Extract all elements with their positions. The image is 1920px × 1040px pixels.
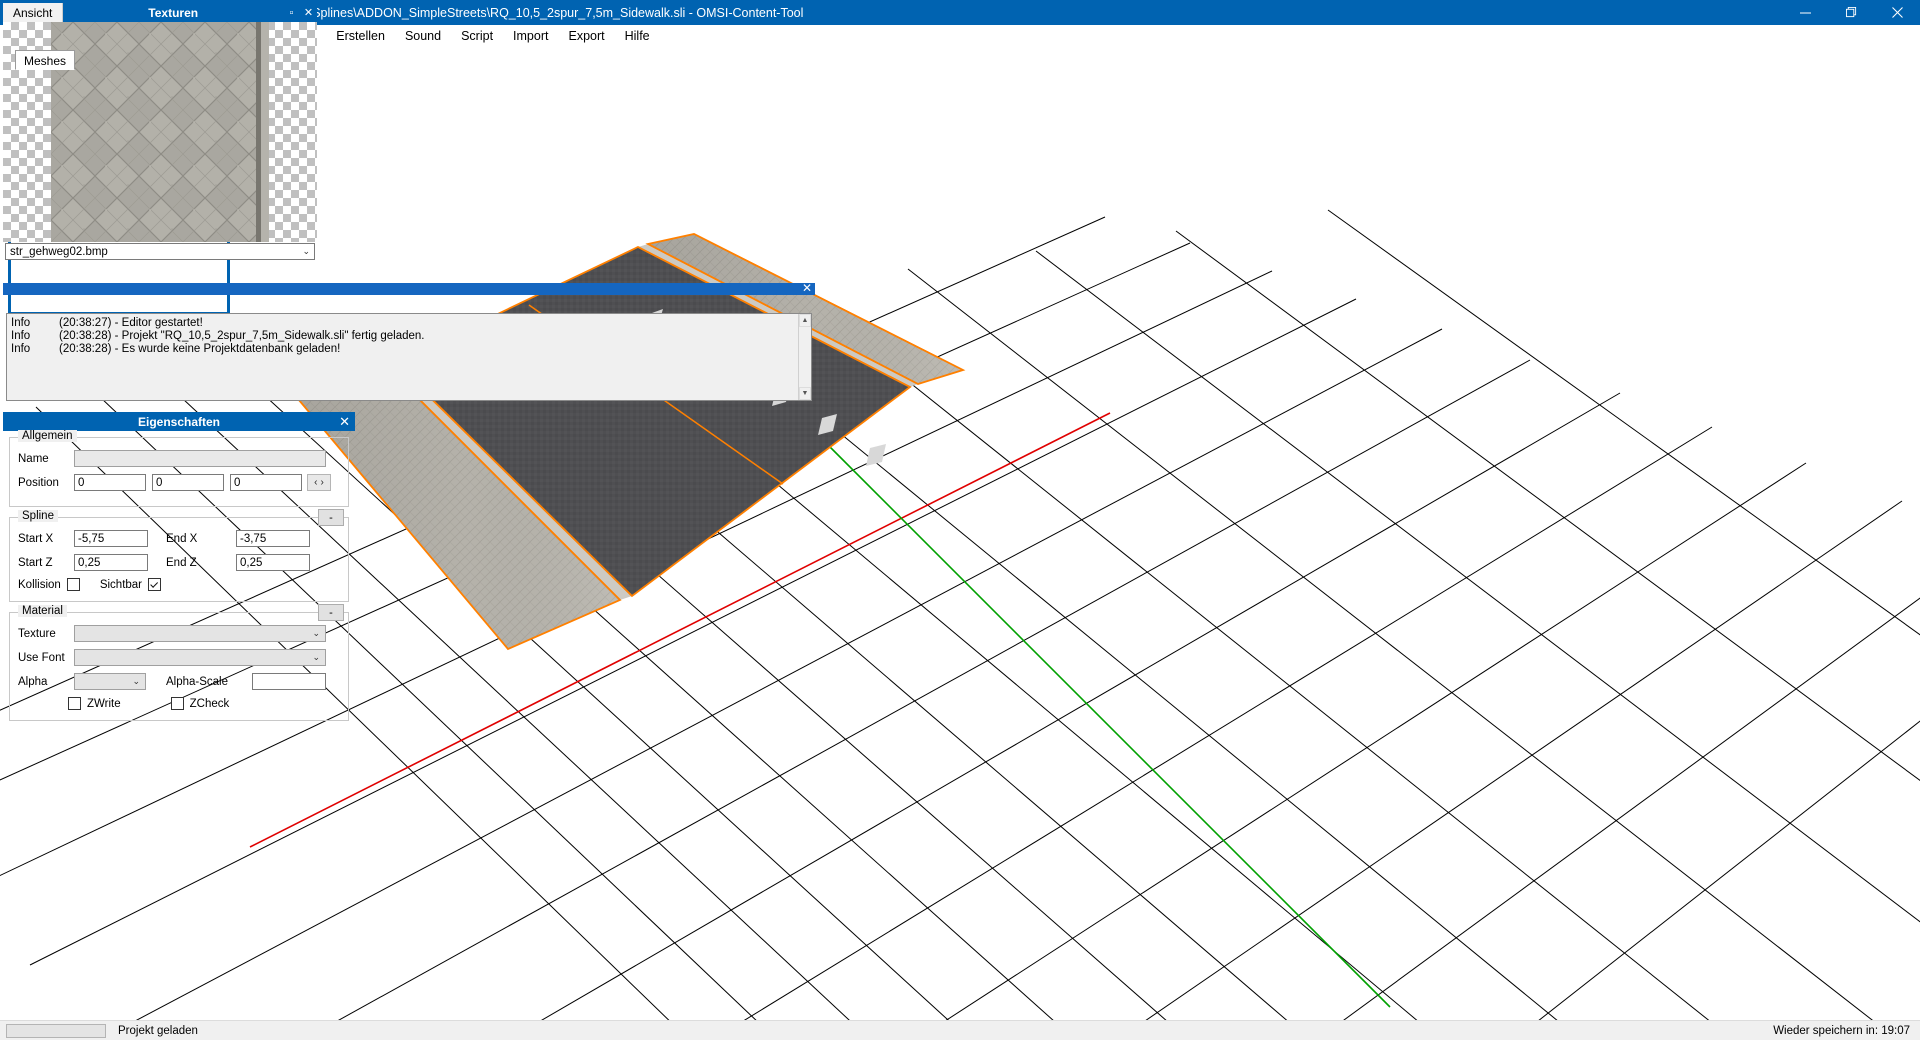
sichtbar-checkbox[interactable]	[148, 578, 162, 591]
log-message: (20:38:27) - Editor gestartet!	[59, 317, 203, 329]
group-spline: Spline - Start X -5,75 End X -3,75 Start…	[9, 509, 349, 602]
row-alpha: Alpha ⌄ Alpha-Scale	[18, 673, 340, 690]
row-texture: Texture ⌄	[18, 625, 340, 642]
application-window: D:\Programme\Steam\steamapps\common\OMSI…	[0, 0, 1920, 1040]
tab-meshes[interactable]: Meshes	[15, 50, 76, 70]
start-x-label: Start X	[18, 532, 54, 545]
position-y-field[interactable]: 0	[152, 474, 224, 491]
position-stepper[interactable]: ‹ ›	[307, 474, 331, 491]
row-name: Name	[18, 450, 340, 467]
maximize-restore-button[interactable]	[1828, 0, 1874, 25]
alpha-scale-field[interactable]	[252, 673, 326, 690]
chevron-down-icon[interactable]: ⌄	[312, 650, 320, 665]
texture-image	[51, 22, 269, 242]
position-label: Position	[18, 476, 59, 489]
texturen-minimize-icon[interactable]: ▫	[283, 3, 300, 22]
log-scrollbar[interactable]: ▲ ▼	[798, 314, 811, 400]
row-flags: Kollision Sichtbar	[18, 578, 340, 591]
row-z-flags: ZWrite ZCheck	[18, 697, 340, 710]
autosave-timer: Wieder speichern in: 19:07	[1773, 1024, 1910, 1037]
menu-item-import[interactable]: Import	[503, 27, 558, 45]
tab-ansicht[interactable]: Ansicht	[3, 3, 64, 22]
group-spline-legend: Spline	[18, 510, 58, 522]
name-label: Name	[18, 452, 49, 465]
alpha-label: Alpha	[18, 675, 48, 688]
chevron-down-icon[interactable]: ⌄	[312, 626, 320, 641]
kollision-checkbox[interactable]	[66, 578, 80, 591]
minimize-button[interactable]	[1782, 0, 1828, 25]
scroll-down-icon[interactable]: ▼	[799, 387, 811, 400]
log-level: Info	[11, 317, 31, 329]
log-lines: Info (20:38:27) - Editor gestartet! Info…	[7, 314, 811, 359]
kollision-label: Kollision	[18, 578, 61, 591]
status-text: Projekt geladen	[118, 1024, 198, 1037]
row-use-font: Use Font ⌄	[18, 649, 340, 666]
scroll-up-icon[interactable]: ▲	[799, 314, 811, 327]
start-z-field[interactable]: 0,25	[74, 554, 148, 571]
use-font-select[interactable]: ⌄	[74, 649, 326, 666]
group-material: Material - Texture ⌄ Use Font ⌄ Alpha ⌄ …	[9, 604, 349, 721]
chevron-down-icon[interactable]: ⌄	[302, 244, 310, 259]
position-x-field[interactable]: 0	[74, 474, 146, 491]
menu-item-sound[interactable]: Sound	[395, 27, 451, 45]
log-level: Info	[11, 343, 31, 355]
group-material-legend: Material	[18, 605, 67, 617]
zwrite-checkbox[interactable]	[68, 697, 81, 710]
chevron-right-icon[interactable]: ›	[321, 477, 324, 488]
menu-item-export[interactable]: Export	[558, 27, 614, 45]
properties-title: Eigenschaften	[137, 414, 221, 429]
log-entry: Info (20:38:27) - Editor gestartet!	[11, 317, 807, 330]
spline-collapse-button[interactable]: -	[318, 509, 344, 526]
zcheck-label: ZCheck	[189, 697, 230, 710]
properties-close-icon[interactable]: ✕	[339, 412, 350, 431]
row-start-z: Start Z 0,25 End Z 0,25	[18, 554, 340, 571]
end-z-field[interactable]: 0,25	[236, 554, 310, 571]
log-level: Info	[11, 330, 31, 342]
row-start-x: Start X -5,75 End X -3,75	[18, 530, 340, 547]
texture-select[interactable]: ⌄	[74, 625, 326, 642]
menu-item-hilfe[interactable]: Hilfe	[615, 27, 660, 45]
end-z-label: End Z	[166, 556, 197, 569]
progress-bar	[6, 1023, 106, 1038]
chevron-down-icon[interactable]: ⌄	[132, 674, 140, 689]
log-entry: Info (20:38:28) - Es wurde keine Projekt…	[11, 343, 807, 356]
texture-select-value: str_gehweg02.bmp	[10, 245, 108, 258]
close-button[interactable]	[1874, 0, 1920, 25]
texture-select[interactable]: str_gehweg02.bmp ⌄	[5, 243, 315, 260]
alpha-select[interactable]: ⌄	[74, 673, 146, 690]
texture-label: Texture	[18, 627, 56, 640]
log-output[interactable]: Info (20:38:27) - Editor gestartet! Info…	[6, 313, 812, 401]
texturen-title: Texturen	[148, 5, 199, 20]
zwrite-label: ZWrite	[87, 697, 121, 710]
alpha-scale-label: Alpha-Scale	[166, 675, 229, 688]
start-x-field[interactable]: -5,75	[74, 530, 148, 547]
chevron-left-icon[interactable]: ‹	[314, 477, 317, 488]
window-controls	[1782, 0, 1920, 25]
menu-item-erstellen[interactable]: Erstellen	[326, 27, 395, 45]
texturen-titlebar: Ansicht Texturen ▫ ✕	[3, 3, 317, 22]
end-x-label: End X	[166, 532, 198, 545]
sichtbar-label: Sichtbar	[99, 578, 143, 591]
texturen-panel: Ansicht Texturen ▫ ✕ str_gehweg02.bmp ⌄	[0, 0, 320, 280]
material-collapse-button[interactable]: -	[318, 604, 344, 621]
log-message: (20:38:28) - Projekt "RQ_10,5_2spur_7,5m…	[59, 330, 425, 342]
status-bar: Projekt geladen Wieder speichern in: 19:…	[0, 1020, 1920, 1040]
zcheck-checkbox[interactable]	[170, 697, 184, 710]
log-close-icon[interactable]: ✕	[802, 281, 812, 295]
start-z-label: Start Z	[18, 556, 53, 569]
log-titlebar: ✕	[3, 281, 815, 295]
texturen-close-icon[interactable]: ✕	[300, 3, 317, 22]
group-allgemein-legend: Allgemein	[18, 430, 77, 442]
end-x-field[interactable]: -3,75	[236, 530, 310, 547]
log-message: (20:38:28) - Es wurde keine Projektdaten…	[59, 343, 341, 355]
position-z-field[interactable]: 0	[230, 474, 302, 491]
row-position: Position 0 0 0 ‹ ›	[18, 474, 340, 491]
use-font-label: Use Font	[18, 651, 65, 664]
properties-titlebar: Eigenschaften ✕	[3, 412, 355, 431]
name-field[interactable]	[74, 450, 326, 467]
group-allgemein: Allgemein Name Position 0 0 0 ‹ ›	[9, 430, 349, 507]
log-entry: Info (20:38:28) - Projekt "RQ_10,5_2spur…	[11, 330, 807, 343]
menu-item-script[interactable]: Script	[451, 27, 503, 45]
